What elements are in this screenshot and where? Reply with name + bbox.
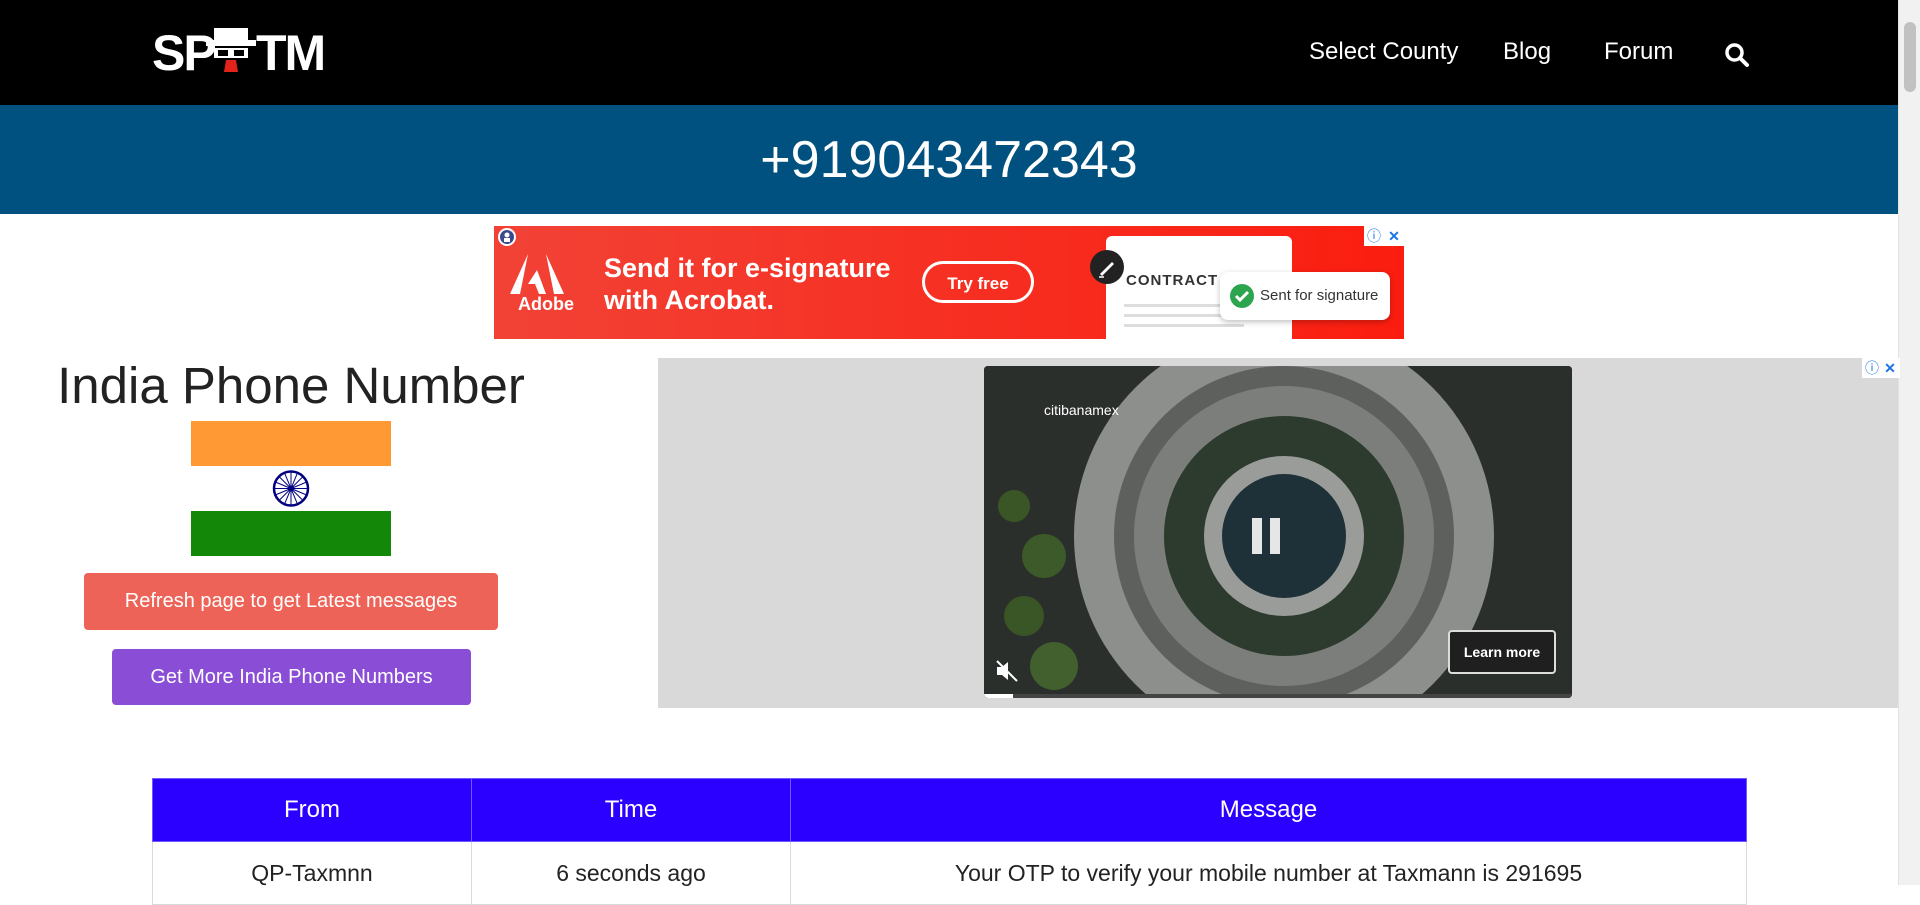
svg-text:SP: SP — [152, 25, 215, 80]
site-logo[interactable]: SP TM — [152, 22, 342, 80]
india-flag-image — [191, 421, 391, 556]
svg-text:TM: TM — [256, 25, 324, 80]
more-phone-numbers-button[interactable]: Get More India Phone Numbers — [112, 649, 471, 705]
pause-icon[interactable] — [1248, 516, 1284, 556]
cell-time: 6 seconds ago — [471, 841, 791, 905]
cell-from: QP-Taxmnn — [152, 841, 472, 905]
ad-status-text: Sent for signature — [1260, 287, 1379, 304]
nav-blog[interactable]: Blog — [1503, 38, 1551, 66]
muted-speaker-icon[interactable] — [994, 658, 1020, 684]
doc-text-line — [1124, 324, 1244, 327]
ad-close-icon[interactable]: ✕ — [1384, 226, 1404, 246]
table-row: QP-Taxmnn 6 seconds ago Your OTP to veri… — [152, 841, 1747, 905]
scrollbar-thumb[interactable] — [1904, 22, 1916, 92]
page-title-phone-number: +919043472343 — [760, 131, 1138, 189]
doc-text-line — [1124, 314, 1224, 317]
check-circle-icon — [1230, 284, 1254, 308]
video-ad-brand: citibanamex — [1044, 402, 1119, 418]
top-navigation-bar: SP TM Select County Blog Forum — [0, 0, 1898, 105]
column-header-time: Time — [471, 778, 791, 842]
search-icon[interactable] — [1724, 42, 1750, 68]
video-learn-more-button[interactable]: Learn more — [1448, 630, 1556, 674]
video-ad-player[interactable]: citibanamex Learn more — [984, 366, 1572, 698]
ad-info-icon[interactable]: ⓘ — [1364, 226, 1384, 246]
nav-forum[interactable]: Forum — [1604, 38, 1673, 66]
video-progress-bar[interactable] — [984, 694, 1572, 698]
country-title: India Phone Number — [57, 357, 525, 414]
video-ad-close-icon[interactable]: ✕ — [1880, 358, 1900, 378]
cell-message: Your OTP to verify your mobile number at… — [790, 841, 1747, 905]
ad-contract-label: CONTRACT — [1126, 272, 1219, 289]
ad-try-free-button[interactable]: Try free — [922, 261, 1034, 303]
ad-headline-line1: Send it for e-signature — [604, 253, 891, 283]
ad-brand-label: Adobe — [518, 294, 574, 314]
column-header-from: From — [152, 778, 472, 842]
page-scrollbar[interactable] — [1898, 0, 1920, 885]
signature-pen-icon — [1090, 250, 1124, 284]
ad-status-pill: Sent for signature — [1220, 272, 1390, 320]
adobe-banner-ad[interactable]: Adobe Send it for e-signature with Acrob… — [494, 226, 1404, 339]
table-header-row: From Time Message — [152, 778, 1747, 842]
ad-privacy-icon[interactable] — [498, 228, 516, 246]
video-ad-info-icon[interactable]: ⓘ — [1862, 358, 1882, 378]
nav-select-county[interactable]: Select County — [1309, 38, 1458, 66]
refresh-messages-button[interactable]: Refresh page to get Latest messages — [84, 573, 498, 630]
ad-headline-line2: with Acrobat. — [604, 285, 775, 315]
ad-headline: Send it for e-signature with Acrobat. — [604, 252, 891, 316]
video-progress-fill — [984, 694, 1014, 698]
video-ad-container[interactable]: citibanamex Learn more ⓘ ✕ — [658, 358, 1900, 708]
column-header-message: Message — [790, 778, 1747, 842]
messages-table: From Time Message QP-Taxmnn 6 seconds ag… — [152, 778, 1747, 905]
